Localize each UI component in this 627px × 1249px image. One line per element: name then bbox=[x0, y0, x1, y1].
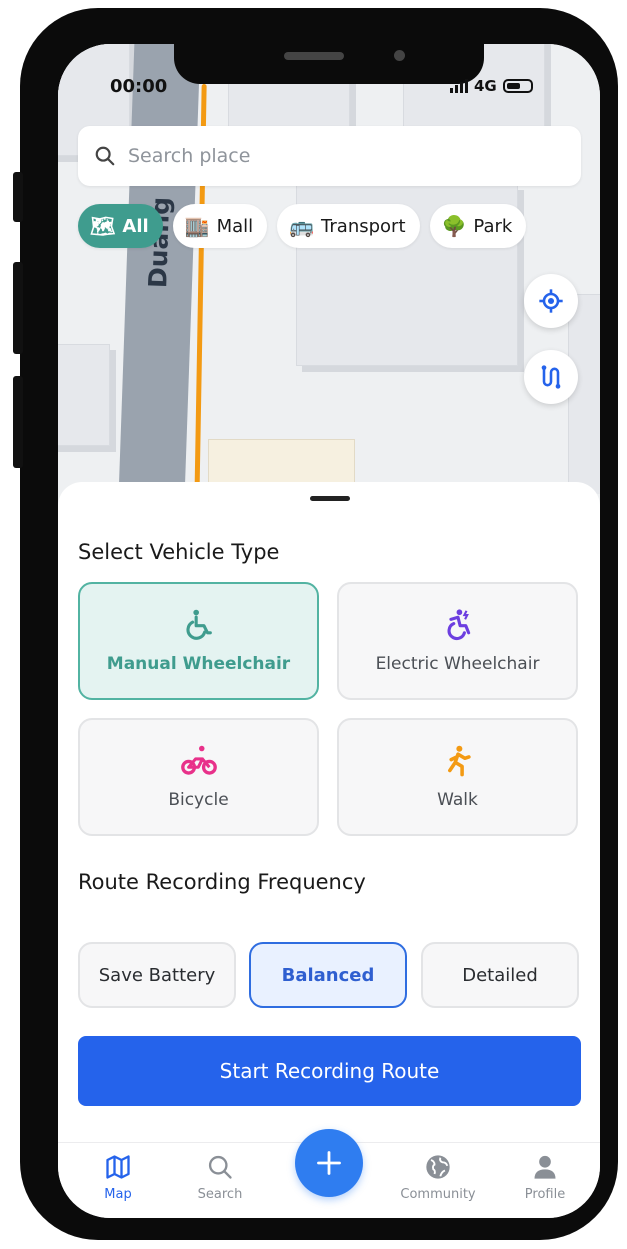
chip-label: Mall bbox=[216, 215, 254, 237]
map-icon bbox=[106, 1155, 130, 1179]
chip-label: Transport bbox=[321, 215, 406, 237]
speaker bbox=[284, 52, 344, 60]
route-icon bbox=[541, 365, 561, 389]
vehicle-walk[interactable]: Walk bbox=[337, 718, 578, 836]
category-chips: 🗺 All 🏬 Mall 🚌 Transport 🌳 Park bbox=[78, 204, 527, 248]
tab-map[interactable]: Map bbox=[78, 1153, 158, 1202]
front-camera bbox=[394, 50, 405, 61]
frequency-detailed[interactable]: Detailed bbox=[421, 942, 579, 1008]
tab-label: Profile bbox=[524, 1187, 566, 1202]
globe-icon bbox=[426, 1155, 450, 1179]
locate-icon bbox=[539, 289, 563, 313]
start-recording-button[interactable]: Start Recording Route bbox=[78, 1036, 581, 1106]
electric-wheelchair-icon bbox=[447, 609, 470, 641]
map-view[interactable]: Duang Ud 00:00 4G 🗺 All 🏬 Mall bbox=[58, 44, 600, 494]
vehicle-label: Bicycle bbox=[168, 790, 229, 810]
profile-icon bbox=[534, 1155, 556, 1179]
search-bar[interactable] bbox=[78, 126, 581, 186]
chip-label: Park bbox=[473, 215, 513, 237]
bus-emoji-icon: 🚌 bbox=[289, 214, 315, 238]
map-emoji-icon: 🗺 bbox=[90, 214, 116, 238]
vehicle-electric-wheelchair[interactable]: Electric Wheelchair bbox=[337, 582, 578, 700]
chip-transport[interactable]: 🚌 Transport bbox=[277, 204, 420, 248]
tab-label: Community bbox=[400, 1187, 476, 1202]
status-time: 00:00 bbox=[110, 76, 168, 97]
bicycle-icon bbox=[180, 745, 217, 775]
map-building bbox=[58, 344, 110, 446]
volume-up-button bbox=[13, 262, 23, 354]
status-indicators: 4G bbox=[450, 77, 533, 95]
frequency-balanced[interactable]: Balanced bbox=[249, 942, 407, 1008]
building-emoji-icon: 🏬 bbox=[184, 214, 210, 238]
search-icon bbox=[208, 1155, 232, 1179]
network-type: 4G bbox=[474, 77, 497, 95]
chip-park[interactable]: 🌳 Park bbox=[429, 204, 527, 248]
search-icon bbox=[95, 146, 115, 166]
phone-screen: Duang Ud 00:00 4G 🗺 All 🏬 Mall bbox=[58, 44, 600, 1218]
signal-icon bbox=[450, 79, 468, 93]
tab-label: Map bbox=[104, 1187, 132, 1202]
manual-wheelchair-icon bbox=[185, 609, 212, 640]
tab-community[interactable]: Community bbox=[398, 1153, 478, 1202]
vehicle-manual-wheelchair[interactable]: Manual Wheelchair bbox=[78, 582, 319, 700]
chip-label: All bbox=[122, 215, 149, 237]
vehicle-bicycle[interactable]: Bicycle bbox=[78, 718, 319, 836]
vehicle-label: Walk bbox=[437, 790, 478, 810]
battery-icon bbox=[502, 79, 533, 93]
route-button[interactable] bbox=[524, 350, 578, 404]
search-input[interactable] bbox=[126, 144, 550, 168]
chip-mall[interactable]: 🏬 Mall bbox=[172, 204, 268, 248]
vehicle-label: Electric Wheelchair bbox=[375, 654, 540, 674]
volume-down-button bbox=[13, 376, 23, 468]
my-location-button[interactable] bbox=[524, 274, 578, 328]
frequency-title: Route Recording Frequency bbox=[78, 870, 366, 894]
map-building bbox=[568, 294, 600, 494]
tab-label: Search bbox=[197, 1187, 243, 1202]
plus-icon bbox=[317, 1151, 341, 1175]
bottom-sheet: Select Vehicle Type Manual Wheelchair El… bbox=[58, 482, 600, 1218]
add-button[interactable] bbox=[295, 1129, 363, 1197]
tab-search[interactable]: Search bbox=[180, 1153, 260, 1202]
vehicle-type-title: Select Vehicle Type bbox=[78, 540, 280, 564]
walk-icon bbox=[447, 745, 471, 777]
chip-all[interactable]: 🗺 All bbox=[78, 204, 163, 248]
vehicle-label: Manual Wheelchair bbox=[106, 654, 291, 674]
tree-emoji-icon: 🌳 bbox=[441, 214, 467, 238]
drag-handle[interactable] bbox=[310, 496, 350, 501]
bottom-tab-bar: Map Search Community Profile bbox=[58, 1129, 600, 1218]
mute-switch bbox=[13, 172, 23, 222]
notch bbox=[174, 44, 484, 84]
frequency-save-battery[interactable]: Save Battery bbox=[78, 942, 236, 1008]
tab-profile[interactable]: Profile bbox=[505, 1153, 585, 1202]
